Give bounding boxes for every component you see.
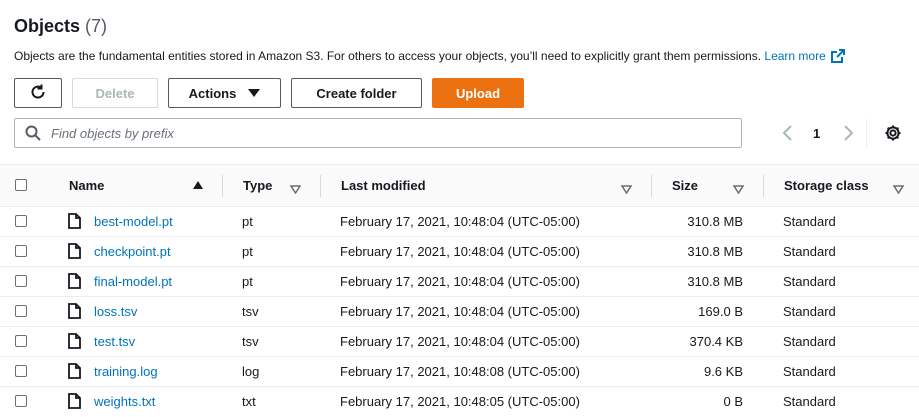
object-type: pt xyxy=(242,244,253,259)
object-type: pt xyxy=(242,274,253,289)
object-size: 0 B xyxy=(723,394,743,409)
object-storage-class: Standard xyxy=(783,214,836,229)
object-name-link[interactable]: loss.tsv xyxy=(94,304,137,319)
refresh-button[interactable] xyxy=(14,78,62,108)
object-name-link[interactable]: weights.txt xyxy=(94,394,155,409)
column-divider xyxy=(320,175,321,197)
learn-more-link[interactable]: Learn more xyxy=(764,49,845,66)
object-type: pt xyxy=(242,214,253,229)
object-last-modified: February 17, 2021, 10:48:08 (UTC-05:00) xyxy=(340,364,580,379)
object-size: 370.4 KB xyxy=(689,334,744,349)
object-storage-class: Standard xyxy=(783,244,836,259)
object-name-link[interactable]: best-model.pt xyxy=(94,214,173,229)
row-checkbox[interactable] xyxy=(15,305,27,317)
object-size: 169.0 B xyxy=(698,304,743,319)
column-header-last-modified[interactable]: Last modified xyxy=(341,165,426,206)
object-type: tsv xyxy=(242,334,259,349)
table-row: test.tsv tsv February 17, 2021, 10:48:04… xyxy=(0,327,919,357)
search-box[interactable] xyxy=(14,118,742,148)
object-name-link[interactable]: final-model.pt xyxy=(94,274,172,289)
row-checkbox[interactable] xyxy=(15,245,27,257)
file-icon xyxy=(68,273,81,294)
search-icon xyxy=(25,125,41,141)
object-type: log xyxy=(242,364,260,379)
caret-down-icon xyxy=(248,89,261,97)
actions-dropdown-button[interactable]: Actions xyxy=(168,78,281,108)
row-checkbox[interactable] xyxy=(15,395,27,407)
file-icon xyxy=(68,213,81,234)
object-last-modified: February 17, 2021, 10:48:04 (UTC-05:00) xyxy=(340,274,580,289)
gear-icon[interactable] xyxy=(884,124,902,147)
external-link-icon xyxy=(830,49,845,66)
actions-label: Actions xyxy=(188,85,237,101)
description-text: Objects are the fundamental entities sto… xyxy=(14,49,762,63)
search-input[interactable] xyxy=(49,124,741,142)
row-checkbox[interactable] xyxy=(15,275,27,287)
current-page-number[interactable]: 1 xyxy=(813,126,820,141)
page-title-text: Objects xyxy=(14,16,81,36)
chevron-left-icon[interactable] xyxy=(780,124,796,147)
file-icon xyxy=(68,303,81,324)
object-storage-class: Standard xyxy=(783,274,836,289)
object-size: 310.8 MB xyxy=(687,274,743,289)
object-storage-class: Standard xyxy=(783,334,836,349)
refresh-icon xyxy=(29,83,47,104)
page-title: Objects (7) xyxy=(14,16,107,37)
object-size: 9.6 KB xyxy=(703,364,743,379)
pager-divider xyxy=(866,119,867,147)
table-row: training.log log February 17, 2021, 10:4… xyxy=(0,357,919,387)
delete-button[interactable]: Delete xyxy=(72,78,158,108)
table-row: weights.txt txt February 17, 2021, 10:48… xyxy=(0,387,919,417)
object-last-modified: February 17, 2021, 10:48:04 (UTC-05:00) xyxy=(340,334,580,349)
object-last-modified: February 17, 2021, 10:48:04 (UTC-05:00) xyxy=(340,304,580,319)
sort-descending-icon[interactable] xyxy=(620,181,633,199)
file-icon xyxy=(68,243,81,264)
sort-descending-icon[interactable] xyxy=(892,181,905,199)
object-name-link[interactable]: checkpoint.pt xyxy=(94,244,171,259)
file-icon xyxy=(68,393,81,414)
file-icon xyxy=(68,363,81,384)
object-last-modified: February 17, 2021, 10:48:04 (UTC-05:00) xyxy=(340,244,580,259)
object-storage-class: Standard xyxy=(783,304,836,319)
object-type: txt xyxy=(242,394,256,409)
row-checkbox[interactable] xyxy=(15,335,27,347)
chevron-right-icon[interactable] xyxy=(840,124,856,147)
column-divider xyxy=(763,175,764,197)
sort-descending-icon[interactable] xyxy=(732,181,745,199)
object-storage-class: Standard xyxy=(783,364,836,379)
file-icon xyxy=(68,333,81,354)
object-name-link[interactable]: training.log xyxy=(94,364,158,379)
table-row: best-model.pt pt February 17, 2021, 10:4… xyxy=(0,207,919,237)
object-size: 310.8 MB xyxy=(687,214,743,229)
column-header-size[interactable]: Size xyxy=(672,165,698,206)
column-divider xyxy=(651,175,652,197)
object-type: tsv xyxy=(242,304,259,319)
object-size: 310.8 MB xyxy=(687,244,743,259)
object-count: (7) xyxy=(85,16,108,36)
object-last-modified: February 17, 2021, 10:48:04 (UTC-05:00) xyxy=(340,214,580,229)
sort-ascending-icon[interactable] xyxy=(193,181,203,189)
table-header: Name Type Last modified Size Storage cla… xyxy=(0,164,919,207)
column-header-type[interactable]: Type xyxy=(243,165,272,206)
column-header-name[interactable]: Name xyxy=(69,165,104,206)
table-row: checkpoint.pt pt February 17, 2021, 10:4… xyxy=(0,237,919,267)
row-checkbox[interactable] xyxy=(15,215,27,227)
column-header-storage-class[interactable]: Storage class xyxy=(784,165,869,206)
page-description: Objects are the fundamental entities sto… xyxy=(14,49,845,66)
upload-button[interactable]: Upload xyxy=(432,78,524,108)
object-storage-class: Standard xyxy=(783,394,836,409)
learn-more-label: Learn more xyxy=(764,49,826,63)
table-row: loss.tsv tsv February 17, 2021, 10:48:04… xyxy=(0,297,919,327)
object-name-link[interactable]: test.tsv xyxy=(94,334,135,349)
row-checkbox[interactable] xyxy=(15,365,27,377)
column-divider xyxy=(222,175,223,197)
create-folder-button[interactable]: Create folder xyxy=(291,78,422,108)
object-last-modified: February 17, 2021, 10:48:05 (UTC-05:00) xyxy=(340,394,580,409)
table-row: final-model.pt pt February 17, 2021, 10:… xyxy=(0,267,919,297)
select-all-checkbox[interactable] xyxy=(15,179,27,191)
sort-descending-icon[interactable] xyxy=(289,181,302,199)
